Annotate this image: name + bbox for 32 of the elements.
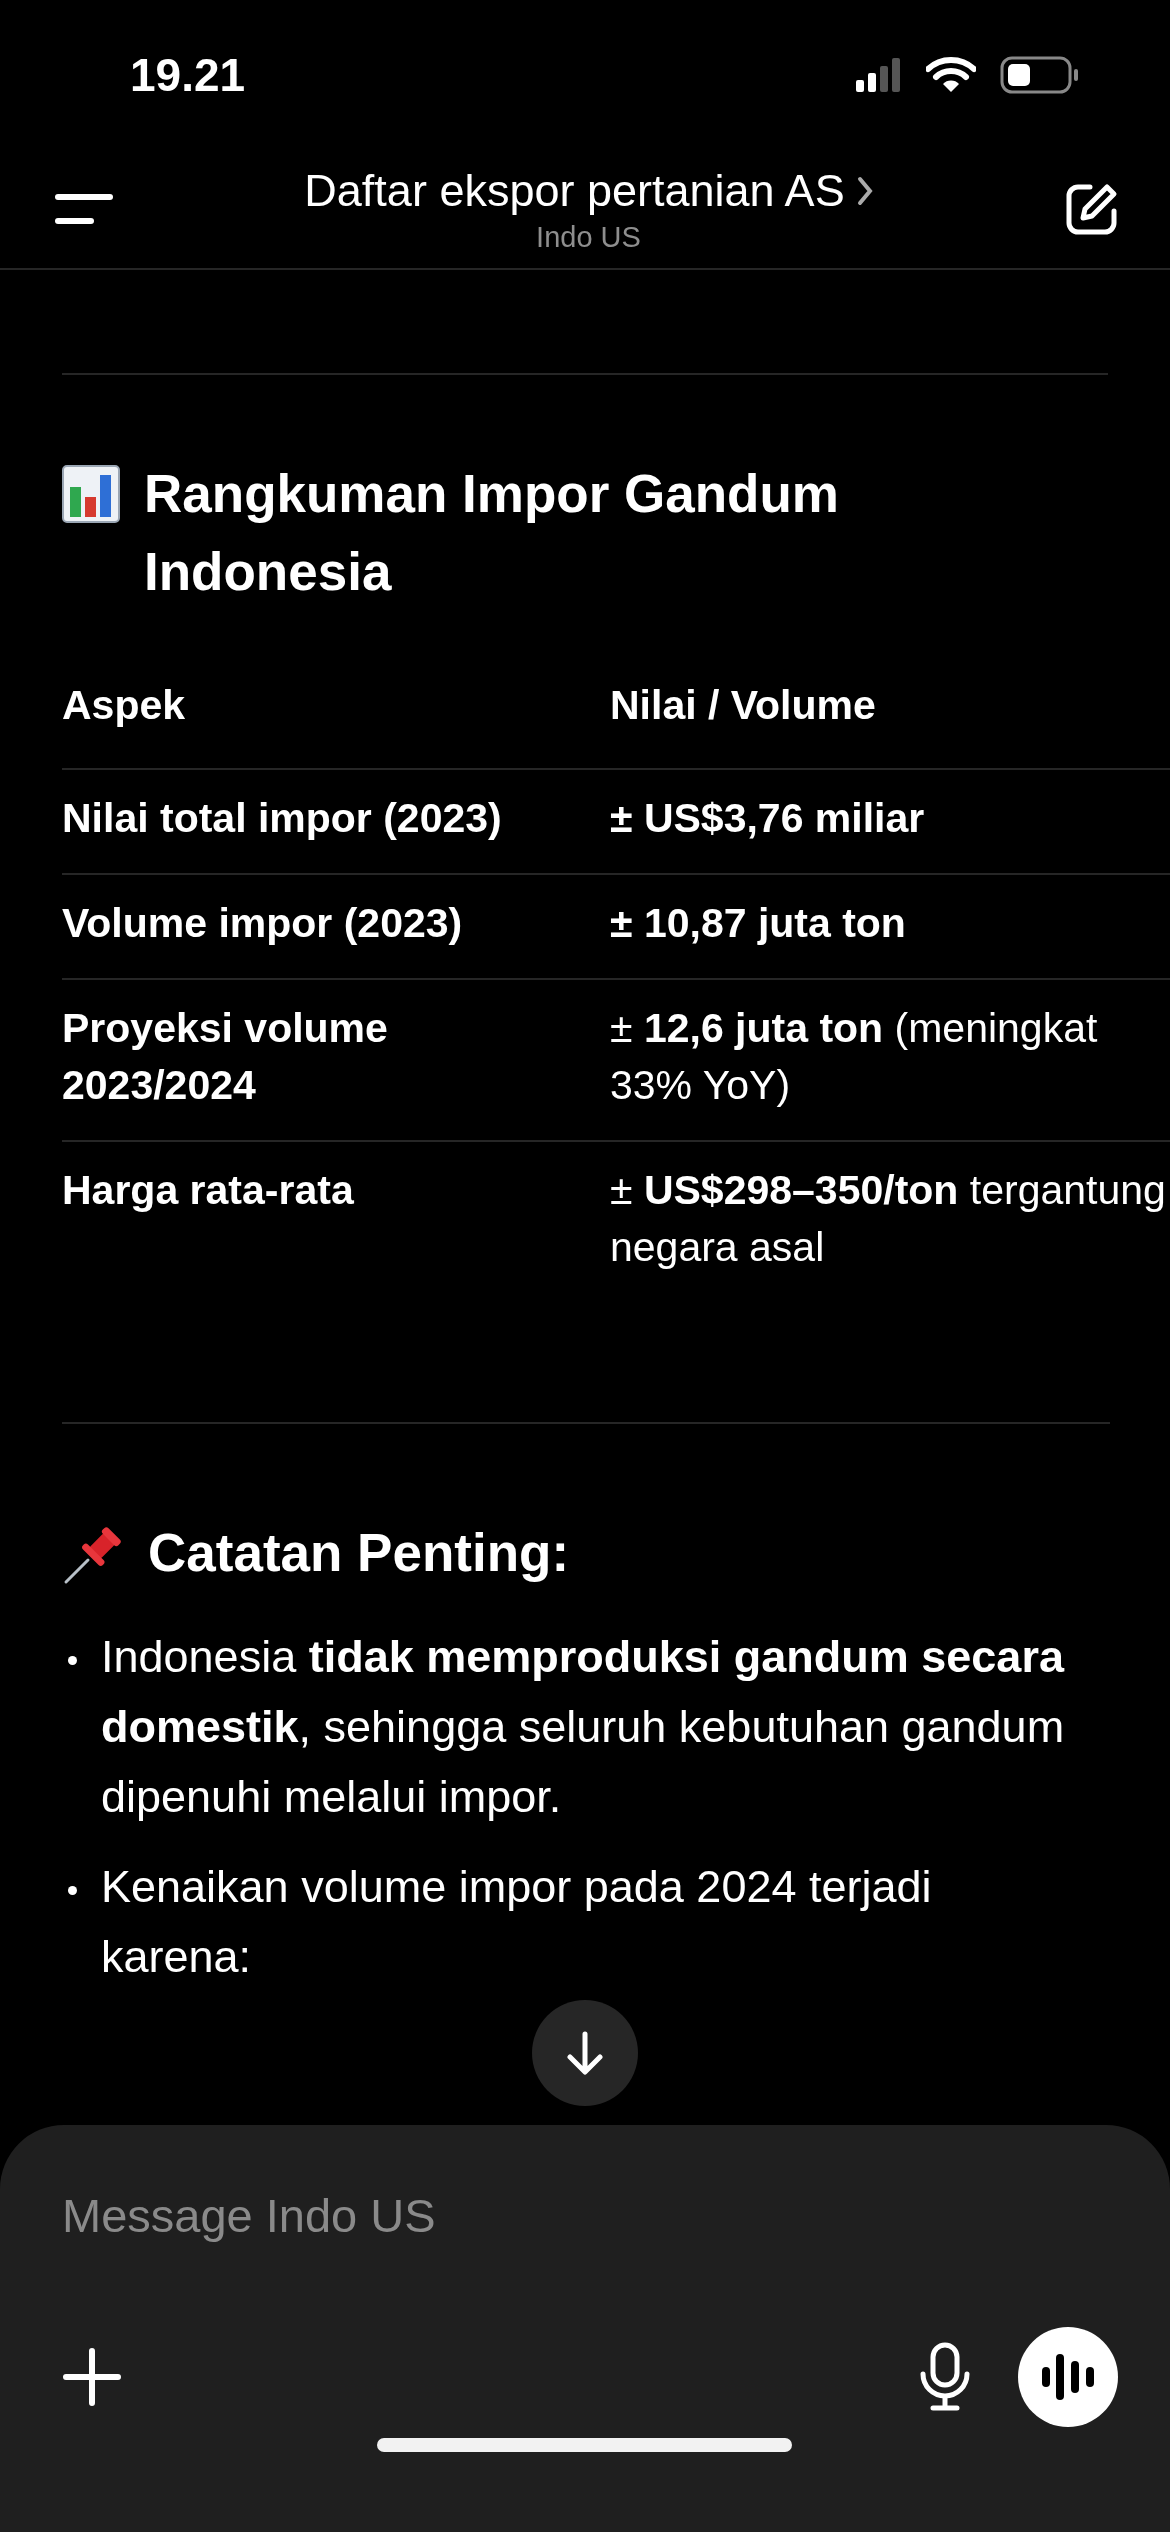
section-heading: Catatan Penting: xyxy=(148,1522,570,1584)
table-cell-text: ± 10,87 juta ton xyxy=(610,899,907,948)
table-cell-text: ± US$298–350/ton tergantung negara asal xyxy=(610,1166,1167,1272)
table-cell-text: ± 12,6 juta ton (meningkat 33% YoY) xyxy=(610,1004,1099,1110)
table-cell-text: ± US$3,76 miliar xyxy=(610,794,926,843)
signal-icon xyxy=(856,58,902,92)
column-header: Aspek xyxy=(62,681,187,730)
table-cell-text: Nilai total impor (2023) xyxy=(62,794,503,843)
down-arrow-icon xyxy=(565,2031,605,2075)
table-cell-text: Volume impor (2023) xyxy=(62,899,464,948)
bullet-text: Kenaikan volume impor pada 2024 terjadi karena: xyxy=(101,1860,933,1984)
section-heading: Rangkuman Impor Gandum Indonesia xyxy=(144,463,840,603)
pushpin-icon xyxy=(62,1524,124,1586)
chat-title[interactable]: Daftar ekspor pertanian AS xyxy=(304,164,845,217)
bullet-icon xyxy=(68,1656,77,1665)
chevron-icon[interactable] xyxy=(856,175,873,206)
new-chat-icon[interactable] xyxy=(1064,181,1120,237)
status-time: 19.21 xyxy=(130,48,246,102)
wifi-icon xyxy=(926,57,976,93)
plus-icon[interactable] xyxy=(62,2347,122,2407)
battery-icon xyxy=(1000,56,1080,94)
bar-chart-icon xyxy=(62,465,120,523)
column-header: Nilai / Volume xyxy=(610,681,877,730)
microphone-icon[interactable] xyxy=(918,2342,972,2412)
bullet-text: Indonesia tidak memproduksi gandum secara domestik, sehingga seluruh kebutuhan gandum dipenuhi melalui impor. xyxy=(101,1630,1066,1824)
chat-subtitle: Indo US xyxy=(536,220,641,254)
table-cell-text: Harga rata-rata xyxy=(62,1166,355,1215)
sound-wave-icon xyxy=(1041,2352,1095,2402)
bullet-icon xyxy=(68,1886,77,1895)
menu-icon[interactable] xyxy=(55,193,113,225)
message-field[interactable]: Message Indo US xyxy=(62,2185,662,2245)
table-cell-text: Proyeksi volume 2023/2024 xyxy=(62,1004,389,1110)
